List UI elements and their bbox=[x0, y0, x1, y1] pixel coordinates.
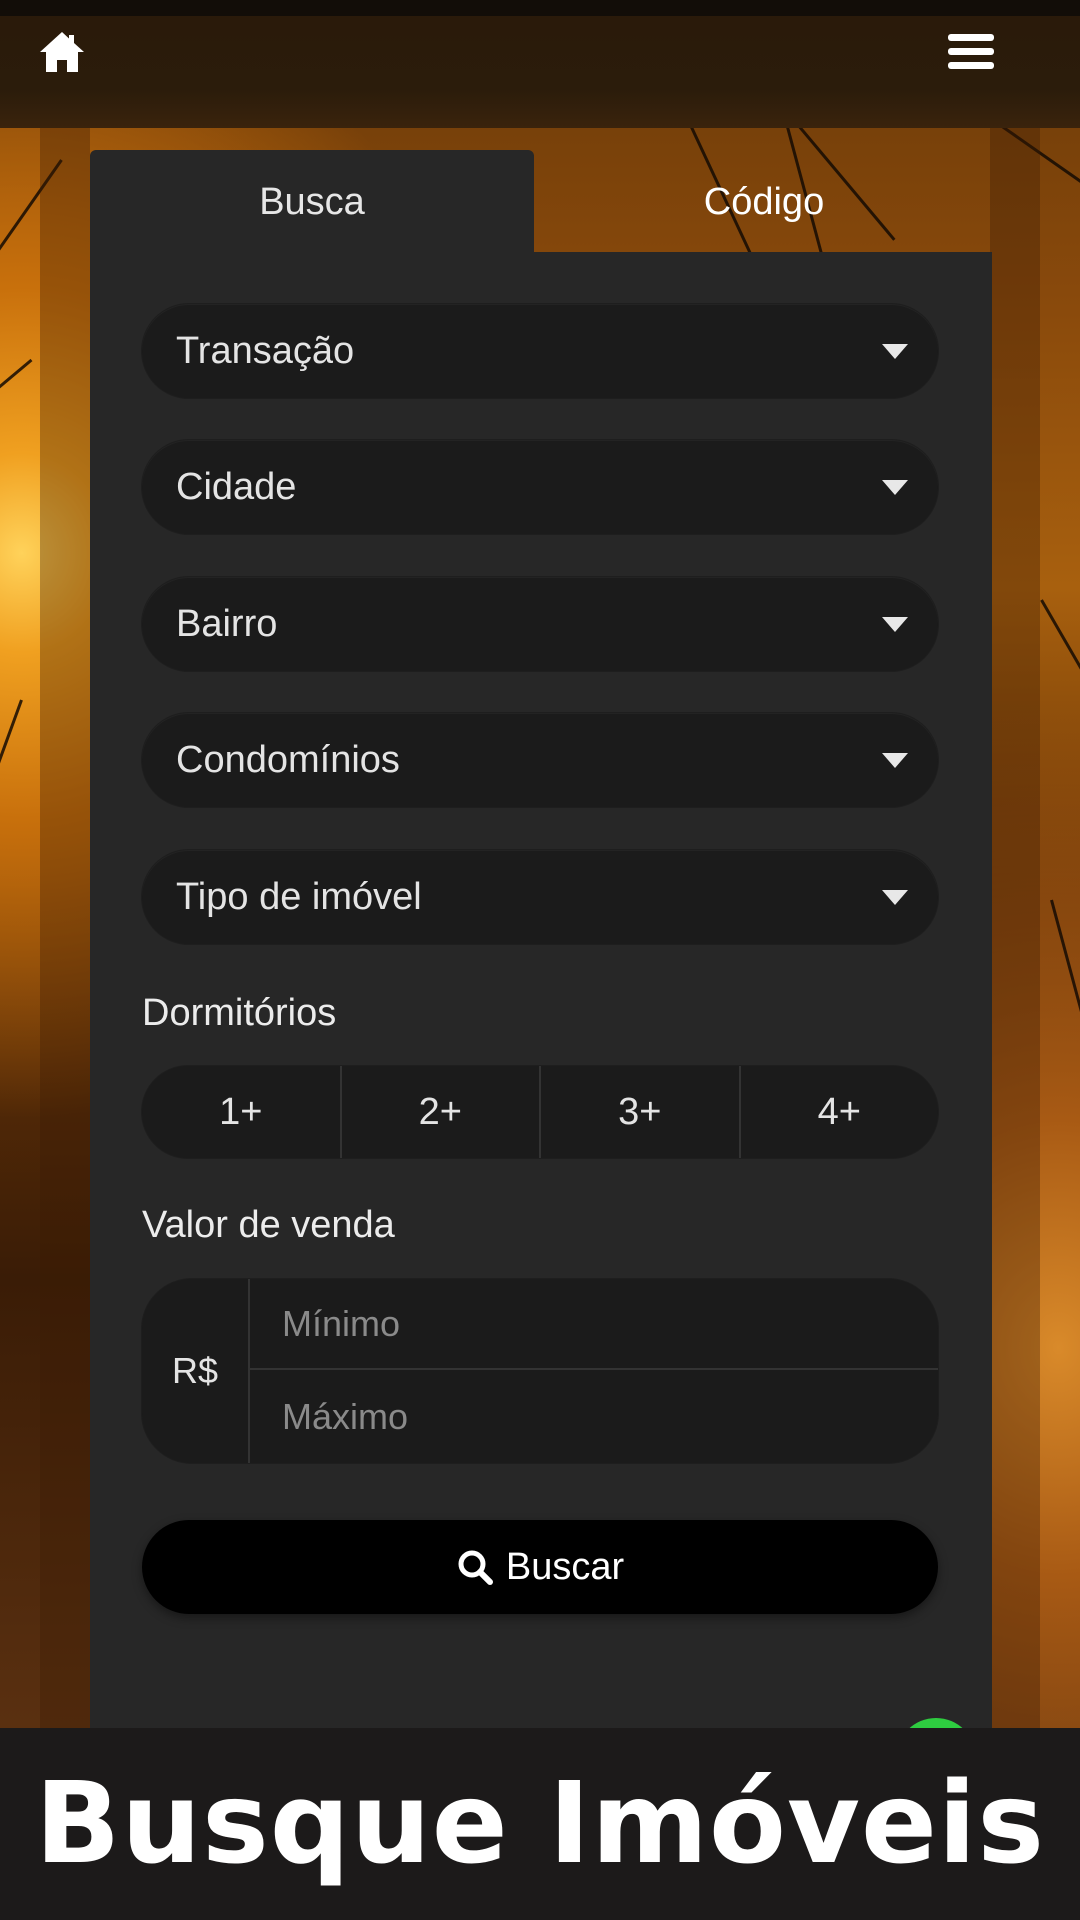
buscar-label: Buscar bbox=[505, 1545, 625, 1588]
right-frame-shade bbox=[990, 128, 1040, 1728]
tab-busca[interactable]: Busca bbox=[90, 150, 534, 254]
tipo-imovel-select[interactable]: Tipo de imóvel bbox=[142, 850, 938, 944]
transacao-select[interactable]: Transação bbox=[142, 304, 938, 398]
buscar-button[interactable]: Buscar bbox=[142, 1520, 938, 1614]
cidade-select[interactable]: Cidade bbox=[142, 440, 938, 534]
home-icon[interactable] bbox=[38, 30, 86, 74]
currency-addon: R$ bbox=[142, 1279, 250, 1463]
condominios-label: Condomínios bbox=[176, 739, 400, 781]
left-frame-shade bbox=[40, 128, 90, 1728]
tab-codigo[interactable]: Código bbox=[534, 150, 994, 254]
caret-down-icon bbox=[882, 617, 908, 632]
promo-banner: Busque Imóveis bbox=[0, 1728, 1080, 1920]
caret-down-icon bbox=[882, 344, 908, 359]
dormitorios-3-button[interactable]: 3+ bbox=[541, 1066, 741, 1158]
caret-down-icon bbox=[882, 480, 908, 495]
bairro-select[interactable]: Bairro bbox=[142, 577, 938, 671]
tipo-imovel-label: Tipo de imóvel bbox=[176, 876, 422, 918]
dormitorios-label: Dormitórios bbox=[142, 992, 337, 1034]
bairro-label: Bairro bbox=[176, 603, 278, 645]
price-max-input[interactable] bbox=[250, 1371, 938, 1462]
caret-down-icon bbox=[882, 890, 908, 905]
condominios-select[interactable]: Condomínios bbox=[142, 713, 938, 807]
transacao-label: Transação bbox=[176, 330, 355, 372]
hamburger-menu-icon[interactable] bbox=[946, 30, 996, 74]
valor-venda-label: Valor de venda bbox=[142, 1204, 395, 1246]
dormitorios-4-button[interactable]: 4+ bbox=[741, 1066, 939, 1158]
search-icon bbox=[458, 1550, 493, 1585]
price-range-group: R$ bbox=[142, 1279, 938, 1463]
dormitorios-1-button[interactable]: 1+ bbox=[142, 1066, 342, 1158]
banner-title: Busque Imóveis bbox=[35, 1759, 1045, 1889]
caret-down-icon bbox=[882, 753, 908, 768]
cidade-label: Cidade bbox=[176, 466, 297, 508]
dormitorios-button-group: 1+ 2+ 3+ 4+ bbox=[142, 1066, 938, 1158]
search-panel: Transação Cidade Bairro Condomínios Tipo… bbox=[90, 252, 992, 1728]
top-navigation-bar bbox=[0, 0, 1080, 128]
dormitorios-2-button[interactable]: 2+ bbox=[342, 1066, 541, 1158]
price-min-input[interactable] bbox=[250, 1279, 938, 1370]
